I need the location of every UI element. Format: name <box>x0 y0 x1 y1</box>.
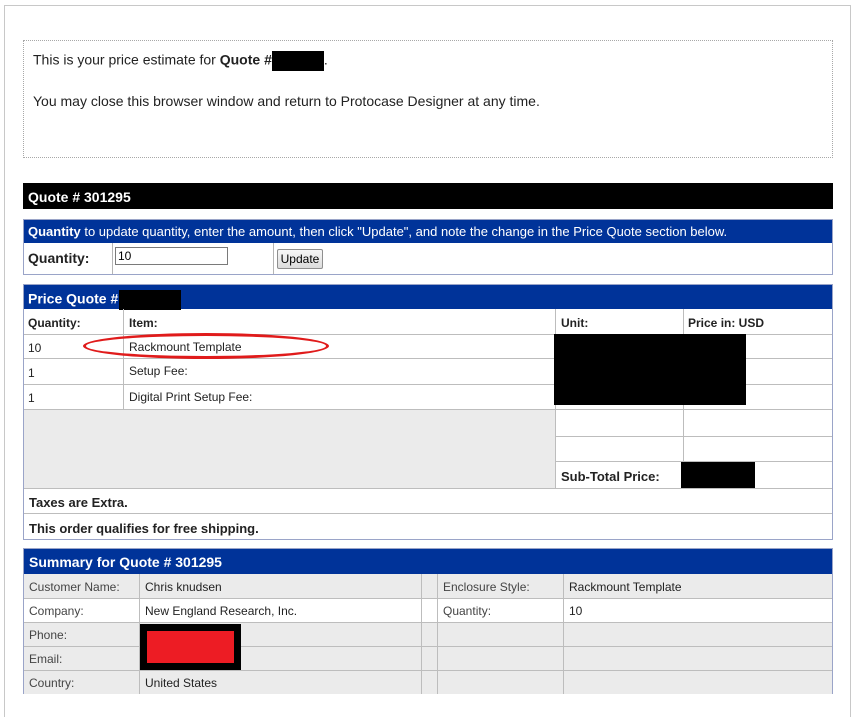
quantity-section: Quantity to update quantity, enter the a… <box>23 219 833 275</box>
quantity-input[interactable] <box>115 247 228 265</box>
phone-label: Phone: <box>29 628 68 642</box>
email-label: Email: <box>29 652 63 666</box>
divider <box>24 598 832 599</box>
annotation-circle <box>83 333 329 359</box>
col-header-quantity: Quantity: <box>28 316 81 330</box>
divider <box>555 436 832 437</box>
intro-quote-label: Quote # <box>219 51 272 68</box>
company-label: Company: <box>29 604 84 618</box>
shipping-note: This order qualifies for free shipping. <box>29 521 259 536</box>
col-header-unit: Unit: <box>561 316 589 330</box>
intro-line-1: This is your price estimate for Quote #. <box>33 51 328 71</box>
quote-title-bar: Quote # 301295 <box>23 183 833 209</box>
country-label: Country: <box>29 676 75 690</box>
row-2-item: Setup Fee: <box>129 364 188 378</box>
col-header-item: Item: <box>129 316 158 330</box>
enclosure-style-label: Enclosure Style: <box>443 580 530 594</box>
redacted-unit-prices <box>554 334 746 405</box>
divider <box>273 243 274 274</box>
customer-name-label: Customer Name: <box>29 580 120 594</box>
summary-section: Summary for Quote # 301295 Customer Name… <box>23 548 833 694</box>
divider <box>24 488 832 489</box>
divider <box>437 574 438 694</box>
empty-gray-area <box>24 410 555 488</box>
customer-name-value: Chris knudsen <box>145 580 222 594</box>
subtotal-label: Sub-Total Price: <box>561 469 660 484</box>
summary-header: Summary for Quote # 301295 <box>24 549 832 574</box>
redacted-subtotal <box>681 462 755 488</box>
quantity-label: Quantity: <box>28 250 90 266</box>
redacted-price-quote-number <box>119 290 182 310</box>
summary-quantity-label: Quantity: <box>443 604 492 618</box>
summary-quantity-value: 10 <box>569 604 583 618</box>
redacted-quote-number <box>271 51 324 71</box>
redacted-contact-info <box>147 631 234 663</box>
taxes-note: Taxes are Extra. <box>29 495 128 510</box>
update-button[interactable]: Update <box>277 249 323 269</box>
row-3-item: Digital Print Setup Fee: <box>129 390 253 404</box>
divider <box>24 622 832 623</box>
country-value: United States <box>145 676 218 690</box>
row-1-qty: 10 <box>28 341 42 355</box>
quantity-row: Quantity: Update <box>24 243 832 274</box>
divider <box>123 309 124 409</box>
price-quote-header: Price Quote # <box>24 285 832 310</box>
quantity-header: Quantity to update quantity, enter the a… <box>24 220 832 243</box>
intro-box: This is your price estimate for Quote #.… <box>23 40 833 158</box>
company-value: New England Research, Inc. <box>145 604 298 618</box>
row-2-qty: 1 <box>28 366 35 380</box>
divider <box>112 243 113 274</box>
enclosure-style-value: Rackmount Template <box>569 580 682 594</box>
divider <box>24 670 832 671</box>
intro-line-2: You may close this browser window and re… <box>33 93 540 109</box>
divider <box>24 513 832 514</box>
row-3-qty: 1 <box>28 391 35 405</box>
col-header-price: Price in: USD <box>688 316 765 330</box>
divider <box>421 574 422 694</box>
divider <box>563 574 564 694</box>
price-quote-section: Price Quote # Quantity: Item: Unit: Pric… <box>23 284 833 540</box>
